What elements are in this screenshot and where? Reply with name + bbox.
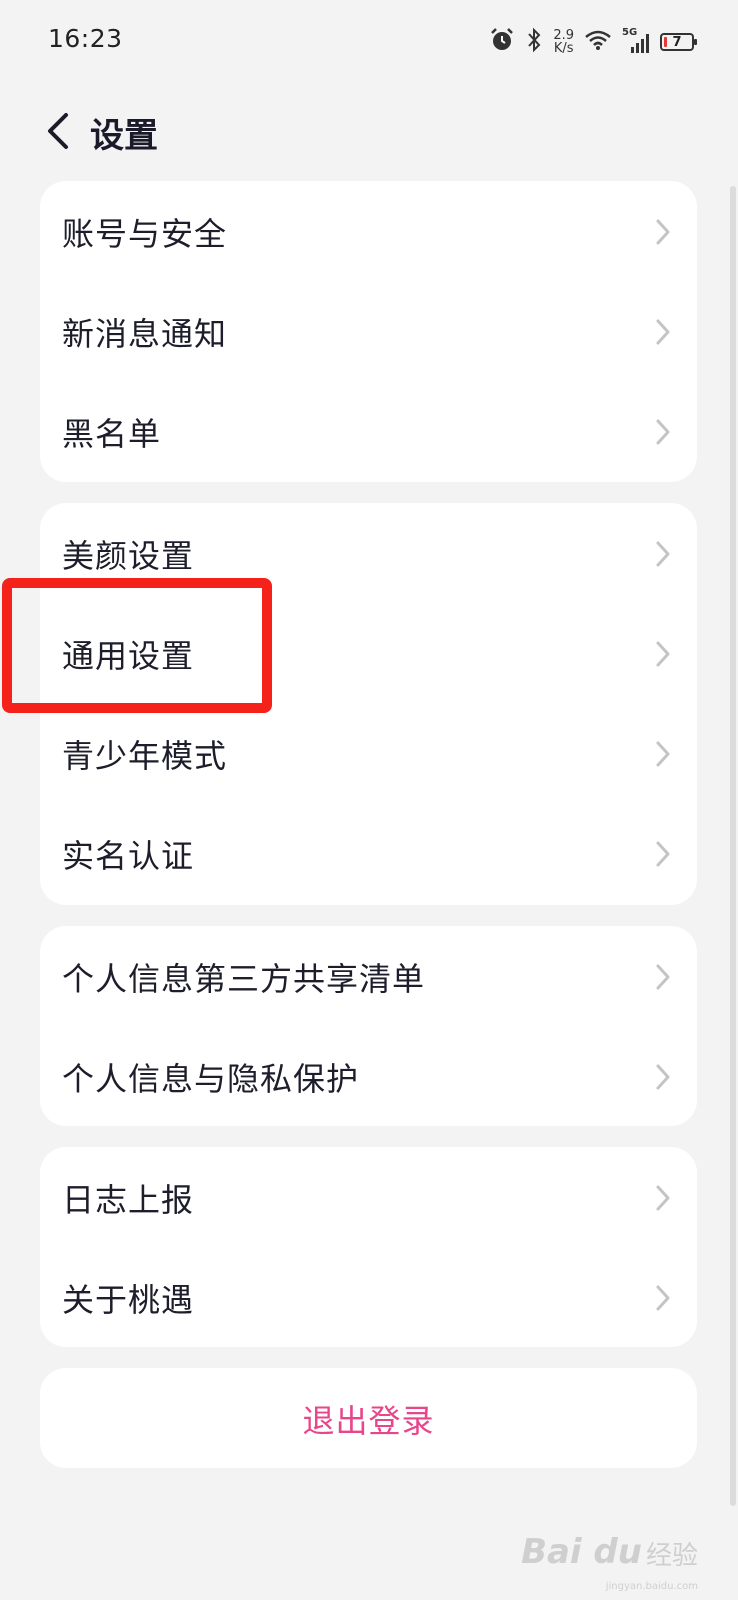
chevron-right-icon [655,1284,671,1312]
watermark: Bai du 经验 [521,1532,698,1572]
chevron-left-icon [48,113,68,149]
highlight-annotation-box [2,578,272,713]
logout-card: 退出登录 [40,1368,697,1468]
back-button[interactable] [34,102,80,160]
chevron-right-icon [655,318,671,346]
watermark-sub: 经验 [645,1541,698,1571]
settings-item-label: 新消息通知 [62,315,228,353]
settings-item-teen-mode[interactable]: 青少年模式 [40,703,697,805]
settings-group-about: 日志上报 关于桃遇 [40,1147,697,1347]
settings-item-label: 青少年模式 [62,737,228,775]
settings-item-label: 个人信息与隐私保护 [62,1060,360,1098]
scrollbar[interactable] [730,186,736,1506]
chevron-right-icon [655,218,671,246]
status-time: 16:23 [48,24,123,53]
battery-fill [664,37,667,47]
settings-item-log-report[interactable]: 日志上报 [40,1147,697,1249]
settings-item-real-name-verification[interactable]: 实名认证 [40,803,697,905]
settings-item-blacklist[interactable]: 黑名单 [40,381,697,483]
settings-item-label: 个人信息第三方共享清单 [62,960,426,998]
watermark-brand: Bai du [521,1532,642,1572]
settings-item-label: 账号与安全 [62,215,228,253]
network-speed-unit: K/s [553,41,574,56]
alarm-icon [489,27,515,57]
settings-item-label: 日志上报 [62,1181,195,1219]
chevron-right-icon [655,963,671,991]
chevron-right-icon [655,840,671,868]
settings-item-label: 关于桃遇 [62,1281,195,1319]
logout-label: 退出登录 [302,1402,435,1440]
cellular-signal-icon: 5G [622,27,650,55]
logout-button[interactable]: 退出登录 [40,1368,697,1470]
chevron-right-icon [655,640,671,668]
bluetooth-icon [525,27,543,57]
battery-icon: 7 [660,33,697,51]
settings-item-third-party-sharing-list[interactable]: 个人信息第三方共享清单 [40,926,697,1028]
chevron-right-icon [655,1063,671,1091]
network-speed: 2.9 K/s [553,29,574,55]
settings-item-label: 黑名单 [62,415,162,453]
settings-group-privacy: 个人信息第三方共享清单 个人信息与隐私保护 [40,926,697,1126]
wifi-icon [584,29,612,55]
chevron-right-icon [655,540,671,568]
settings-item-account-security[interactable]: 账号与安全 [40,181,697,283]
page-title: 设置 [90,116,158,156]
settings-item-about[interactable]: 关于桃遇 [40,1247,697,1349]
status-icons: 2.9 K/s 5G 7 [489,26,697,58]
settings-item-label: 美颜设置 [62,537,195,575]
page-header: 设置 [0,96,738,166]
settings-item-new-message-notification[interactable]: 新消息通知 [40,281,697,383]
settings-item-privacy-protection[interactable]: 个人信息与隐私保护 [40,1026,697,1128]
watermark-url: jingyan.baidu.com [605,1581,698,1592]
chevron-right-icon [655,1184,671,1212]
settings-group-account: 账号与安全 新消息通知 黑名单 [40,181,697,482]
chevron-right-icon [655,740,671,768]
battery-level: 7 [672,34,682,50]
chevron-right-icon [655,418,671,446]
status-bar: 16:23 2.9 K/s 5G 7 [0,0,738,84]
settings-item-label: 实名认证 [62,837,195,875]
